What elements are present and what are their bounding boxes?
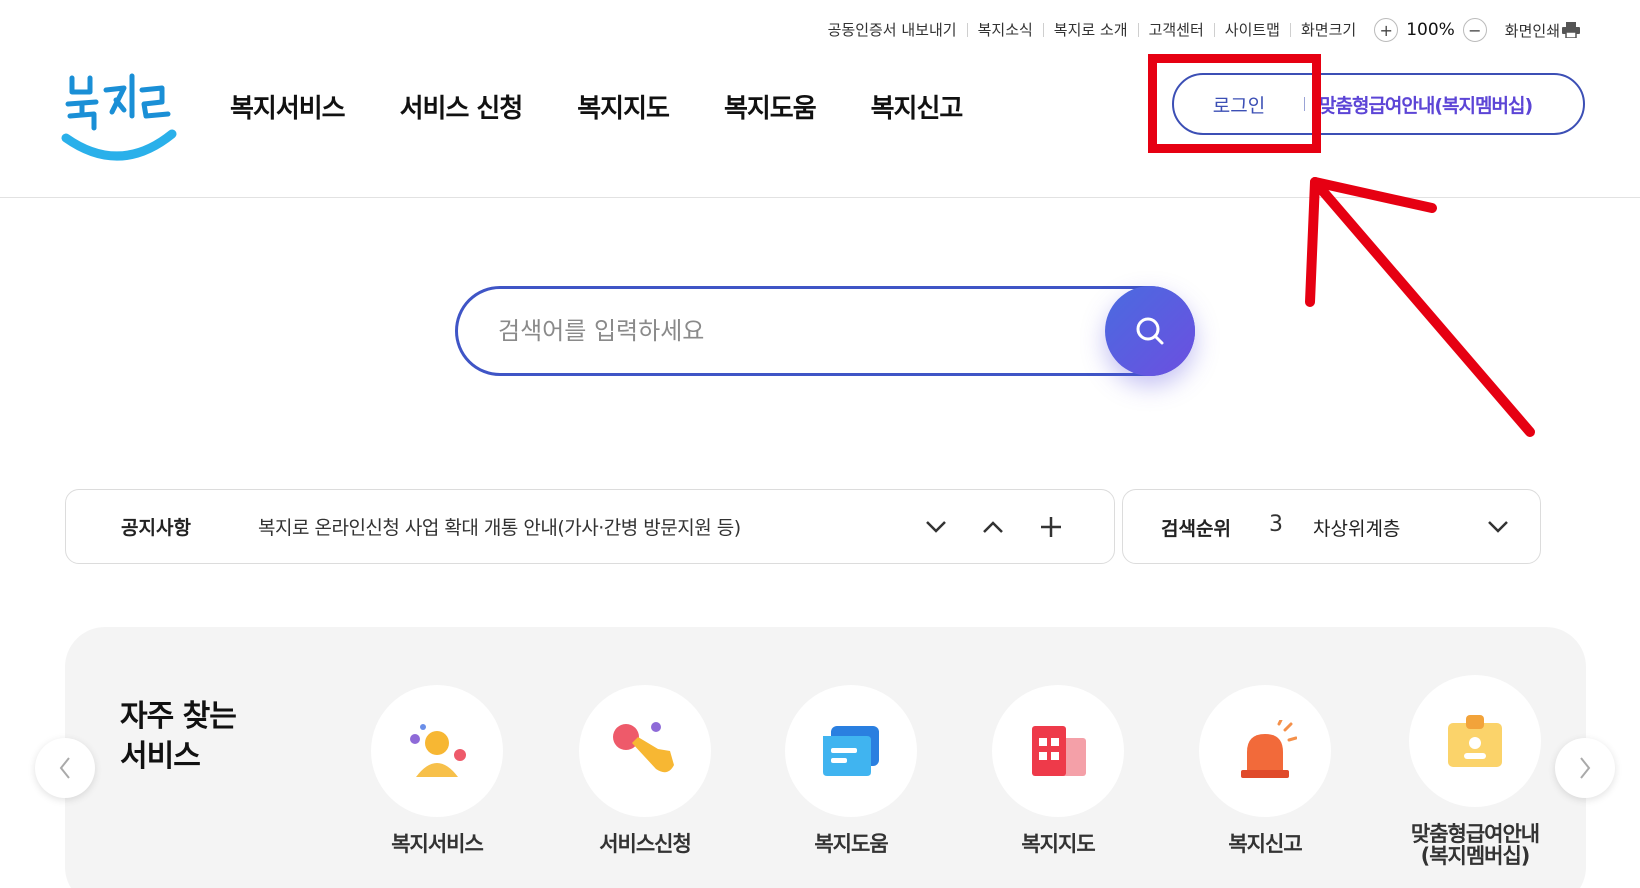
chevron-down-icon — [926, 521, 946, 533]
person-icon — [410, 724, 466, 777]
fav-icon-circle — [785, 685, 917, 817]
annotation-arrow-icon — [1305, 177, 1535, 437]
zoom-in-button[interactable]: + — [1374, 18, 1399, 42]
zoom-out-button[interactable]: − — [1462, 18, 1487, 42]
nav-service-apply[interactable]: 서비스 신청 — [400, 88, 524, 125]
favorites-prev-button[interactable] — [35, 738, 95, 798]
chevron-up-icon — [983, 521, 1003, 533]
fav-icon-circle — [579, 685, 711, 817]
id-card-icon — [1448, 715, 1502, 767]
nav-welfare-help[interactable]: 복지도움 — [724, 88, 817, 125]
siren-icon — [1241, 720, 1297, 778]
nav-welfare-map[interactable]: 복지지도 — [577, 88, 670, 125]
ranking-number: 3 — [1269, 512, 1283, 537]
cert-export-link[interactable]: 공동인증서 내보내기 — [818, 23, 967, 38]
chevron-left-icon — [59, 757, 70, 779]
search-input[interactable] — [498, 311, 1058, 351]
utility-bar: 공동인증서 내보내기 복지소식 복지로 소개 고객센터 사이트맵 화면크기 + … — [818, 16, 1580, 44]
favorites-title-line2: 서비스 — [120, 739, 201, 774]
ranking-expand-button[interactable] — [1483, 512, 1513, 542]
fav-icon-circle — [992, 685, 1124, 817]
print-label: 화면인쇄 — [1504, 21, 1560, 40]
chat-icon — [823, 726, 879, 776]
print-button[interactable]: 화면인쇄 — [1505, 20, 1580, 41]
fav-item-welfare-service[interactable]: 복지서비스 — [347, 685, 527, 855]
fav-item-label: 복지신고 — [1228, 832, 1302, 856]
search-icon — [1136, 317, 1164, 345]
search-box — [455, 286, 1195, 376]
fav-item-service-apply[interactable]: 서비스신청 — [555, 685, 735, 855]
notice-prev-button[interactable] — [978, 512, 1008, 542]
chevron-down-icon — [1488, 521, 1508, 533]
hand-pointer-icon — [613, 722, 674, 773]
customer-center-link[interactable]: 고객센터 — [1137, 23, 1214, 38]
fav-item-label: 복지지도 — [1021, 832, 1095, 856]
fav-item-label-line1: 맞춤형급여안내 — [1410, 822, 1540, 846]
membership-button[interactable]: 맞춤형급여안내(복지멤버십) — [1305, 91, 1533, 118]
building-icon — [1032, 726, 1086, 776]
logo-mark — [61, 73, 177, 161]
fav-item-label-line2: (복지멤버십) — [1420, 844, 1531, 868]
site-logo[interactable] — [60, 68, 180, 168]
sitemap-link[interactable]: 사이트맵 — [1213, 23, 1290, 38]
fav-item-label: 맞춤형급여안내 (복지멤버십) — [1385, 823, 1565, 867]
annotation-highlight-box — [1148, 54, 1321, 153]
zoom-value: 100% — [1406, 20, 1455, 40]
screen-size-label: 화면크기 — [1289, 23, 1366, 38]
ranking-label: 검색순위 — [1161, 518, 1231, 540]
fav-icon-circle — [371, 685, 503, 817]
fav-item-label: 서비스신청 — [599, 832, 692, 856]
notice-label: 공지사항 — [121, 517, 191, 539]
fav-item-welfare-map[interactable]: 복지지도 — [968, 685, 1148, 855]
fav-item-label: 복지서비스 — [391, 832, 484, 856]
notice-next-button[interactable] — [921, 512, 951, 542]
fav-icon-circle — [1199, 685, 1331, 817]
favorites-title: 자주 찾는 서비스 — [120, 697, 237, 777]
plus-icon — [1041, 517, 1061, 537]
fav-item-label: 복지도움 — [814, 832, 888, 856]
chevron-right-icon — [1580, 757, 1591, 779]
main-nav: 복지서비스 서비스 신청 복지지도 복지도움 복지신고 — [230, 88, 964, 125]
favorites-title-line1: 자주 찾는 — [120, 699, 237, 734]
notice-bar: 공지사항 복지로 온라인신청 사업 확대 개통 안내(가사·간병 방문지원 등) — [65, 489, 1115, 564]
ranking-term[interactable]: 차상위계층 — [1313, 514, 1400, 541]
fav-item-membership[interactable]: 맞춤형급여안내 (복지멤버십) — [1385, 675, 1565, 867]
nav-welfare-service[interactable]: 복지서비스 — [230, 88, 346, 125]
printer-icon — [1562, 22, 1580, 38]
fav-icon-circle — [1409, 675, 1541, 807]
fav-item-welfare-report[interactable]: 복지신고 — [1175, 685, 1355, 855]
welfare-news-link[interactable]: 복지소식 — [966, 23, 1043, 38]
search-button[interactable] — [1105, 286, 1195, 376]
nav-welfare-report[interactable]: 복지신고 — [871, 88, 964, 125]
search-ranking-bar: 검색순위 3 차상위계층 — [1122, 489, 1541, 564]
fav-item-welfare-help[interactable]: 복지도움 — [761, 685, 941, 855]
notice-text[interactable]: 복지로 온라인신청 사업 확대 개통 안내(가사·간병 방문지원 등) — [258, 513, 741, 540]
about-link[interactable]: 복지로 소개 — [1042, 23, 1138, 38]
notice-more-button[interactable] — [1036, 512, 1066, 542]
